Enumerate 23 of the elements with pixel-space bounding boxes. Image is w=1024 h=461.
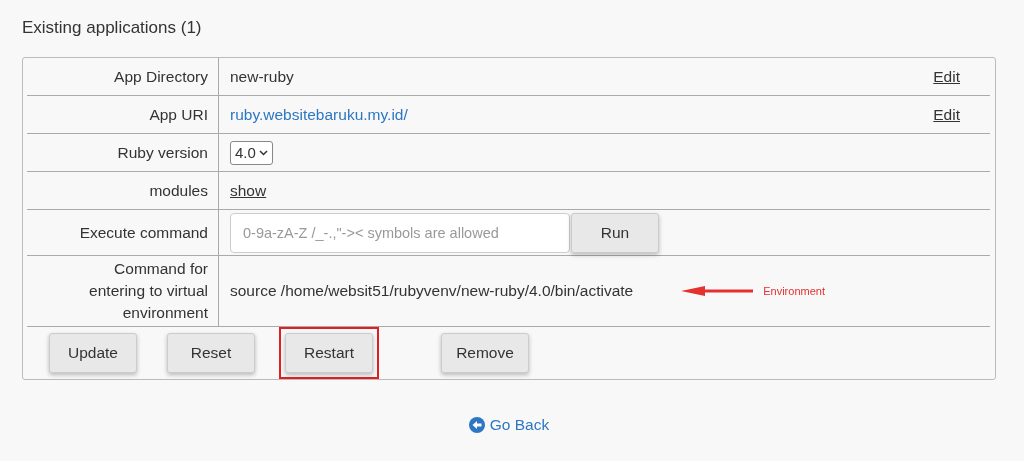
row-label: modules	[149, 180, 208, 201]
action-button[interactable]: Update	[49, 333, 137, 373]
action-button[interactable]: Reset	[167, 333, 255, 373]
edit-link[interactable]: Edit	[933, 105, 960, 124]
section-heading: Existing applications (1)	[22, 18, 203, 38]
row-label: App Directory	[114, 66, 208, 87]
edit-link[interactable]: Edit	[933, 67, 960, 86]
value-text: source /home/websit51/rubyvenv/new-ruby/4.0/bin/activate	[230, 282, 634, 299]
caret-icon	[258, 149, 268, 156]
row-label: Command for entering to virtual environment	[88, 259, 208, 323]
uri-link[interactable]: ruby.websitebaruku.my.id/	[230, 105, 408, 123]
command-field[interactable]: 0-9a-zA-Z /_-.,"->< symbols are allowed	[230, 212, 570, 253]
show-link[interactable]: show	[230, 181, 267, 199]
row-label: App URI	[149, 104, 208, 125]
row-label: Ruby version	[117, 142, 208, 163]
value-text: new-ruby	[230, 67, 294, 85]
row-label: Execute command	[79, 222, 208, 243]
version-select[interactable]: 4.0	[230, 140, 273, 165]
run-button[interactable]: Run	[571, 212, 659, 253]
action-button[interactable]: Remove	[441, 333, 529, 373]
action-button[interactable]: Restart	[285, 333, 373, 373]
back-link[interactable]: Go Back	[468, 416, 550, 434]
annotation-text: Environment	[763, 285, 825, 297]
